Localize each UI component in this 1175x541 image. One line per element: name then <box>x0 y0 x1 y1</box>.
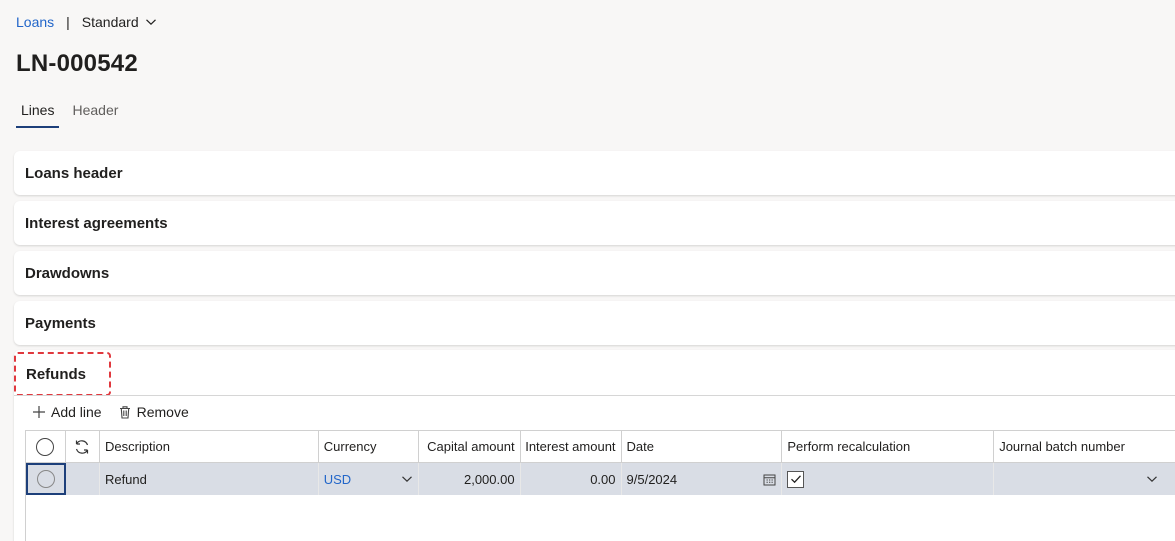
trash-icon <box>119 406 130 419</box>
perform-recalculation-cell[interactable] <box>782 463 995 495</box>
chevron-down-icon[interactable] <box>1146 473 1158 485</box>
interest-amount-cell[interactable]: 0.00 <box>521 463 622 495</box>
tab-header[interactable]: Header <box>67 100 123 128</box>
remove-button[interactable]: Remove <box>118 404 189 420</box>
section-refunds: Refunds Add line Remove Description Curr… <box>14 350 1175 541</box>
chevron-down-icon <box>145 19 156 26</box>
table-row[interactable]: Refund USD 2,000.00 0.00 9/5/2024 <box>26 463 1175 495</box>
add-line-button[interactable]: Add line <box>32 404 102 420</box>
plus-icon <box>33 406 45 418</box>
column-header-currency[interactable]: Currency <box>319 431 419 462</box>
column-header-description[interactable]: Description <box>100 431 319 462</box>
add-line-label: Add line <box>51 404 102 420</box>
section-interest-agreements[interactable]: Interest agreements <box>14 201 1175 245</box>
column-header-capital-amount[interactable]: Capital amount <box>419 431 521 462</box>
grid-header-row: Description Currency Capital amount Inte… <box>26 431 1175 463</box>
currency-value-link[interactable]: USD <box>324 472 401 487</box>
journal-batch-number-cell[interactable] <box>994 463 1175 495</box>
row-status-cell <box>66 463 100 495</box>
panel-divider <box>14 395 1175 396</box>
page-title: LN-000542 <box>16 50 138 77</box>
capital-amount-cell[interactable]: 2,000.00 <box>419 463 521 495</box>
breadcrumb-separator: | <box>66 14 70 30</box>
perform-recalculation-checkbox[interactable] <box>787 470 805 488</box>
section-loans-header[interactable]: Loans header <box>14 151 1175 195</box>
refunds-toolbar: Add line Remove <box>32 404 189 420</box>
date-cell[interactable]: 9/5/2024 <box>622 463 783 495</box>
tab-list: Lines Header <box>16 100 131 128</box>
column-header-date[interactable]: Date <box>622 431 783 462</box>
section-payments[interactable]: Payments <box>14 301 1175 345</box>
select-all-radio[interactable] <box>36 437 55 456</box>
refunds-title[interactable]: Refunds <box>14 352 111 396</box>
description-cell[interactable]: Refund <box>100 463 319 495</box>
date-value: 9/5/2024 <box>626 471 678 487</box>
row-select-cell[interactable] <box>26 463 66 495</box>
calendar-icon[interactable] <box>763 473 776 486</box>
tab-lines[interactable]: Lines <box>16 100 60 128</box>
view-name-label: Standard <box>81 14 139 30</box>
breadcrumb: Loans | Standard <box>16 12 157 32</box>
view-selector[interactable]: Standard <box>82 14 157 30</box>
refunds-grid: Description Currency Capital amount Inte… <box>25 430 1175 541</box>
remove-label: Remove <box>136 404 189 420</box>
currency-cell[interactable]: USD <box>319 463 419 495</box>
section-drawdowns[interactable]: Drawdowns <box>14 251 1175 295</box>
breadcrumb-module-link[interactable]: Loans <box>16 14 54 30</box>
column-header-perform-recalculation[interactable]: Perform recalculation <box>782 431 995 462</box>
checkmark-icon <box>790 475 801 484</box>
refresh-icon[interactable] <box>73 438 91 456</box>
row-select-radio[interactable] <box>36 470 55 488</box>
column-header-journal-batch-number[interactable]: Journal batch number <box>994 431 1175 462</box>
select-all-cell[interactable] <box>26 431 66 462</box>
chevron-down-icon[interactable] <box>401 473 413 485</box>
column-header-interest-amount[interactable]: Interest amount <box>521 431 622 462</box>
refresh-cell[interactable] <box>66 431 100 462</box>
